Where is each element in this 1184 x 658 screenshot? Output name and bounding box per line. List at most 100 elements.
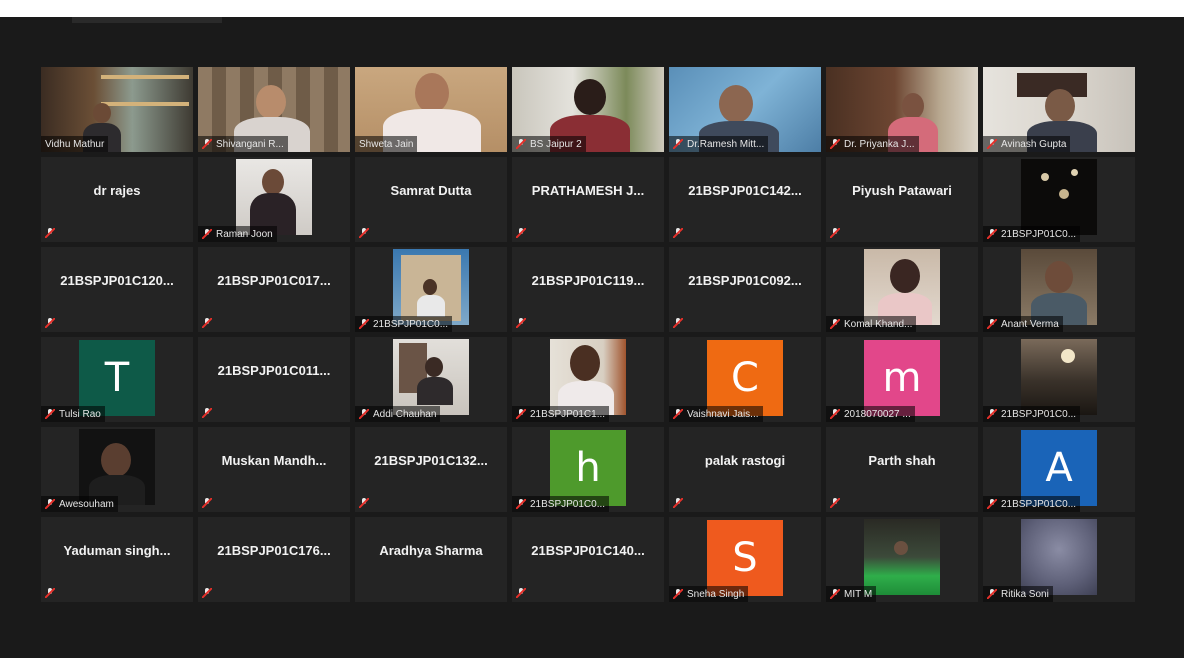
participant-tile[interactable]: Aradhya Sharma	[355, 517, 507, 602]
participant-tile[interactable]: A 21BSPJP01C0...	[983, 427, 1135, 512]
participant-name-label: Anant Verma	[983, 316, 1063, 332]
avatar: h	[550, 430, 626, 506]
participant-name-label: Dr. Priyanka J...	[826, 136, 919, 152]
participant-name: Shivangani R...	[216, 138, 284, 150]
participant-tile[interactable]: Yaduman singh...	[41, 517, 193, 602]
participant-name: Yaduman singh...	[63, 543, 171, 558]
muted-mic-icon	[45, 499, 55, 509]
participant-name: BS Jaipur 2	[530, 138, 582, 150]
video-feed	[393, 249, 469, 325]
muted-mic-icon	[987, 319, 997, 329]
participant-tile[interactable]: h 21BSPJP01C0...	[512, 427, 664, 512]
participant-tile[interactable]: m 2018070027 ...	[826, 337, 978, 422]
participant-tile[interactable]: palak rastogi	[669, 427, 821, 512]
participant-name-label: Dr.Ramesh Mitt...	[669, 136, 769, 152]
participant-name: 21BSPJP01C092...	[688, 273, 802, 288]
participant-tile[interactable]: Muskan Mandh...	[198, 427, 350, 512]
participant-tile[interactable]: Awesouham	[41, 427, 193, 512]
participant-tile[interactable]: T Tulsi Rao	[41, 337, 193, 422]
participant-tile[interactable]: 21BSPJP01C017...	[198, 247, 350, 332]
participant-tile[interactable]: Ritika Soni	[983, 517, 1135, 602]
participant-name-label: 2018070027 ...	[826, 406, 915, 422]
participant-name: palak rastogi	[704, 453, 786, 468]
participant-tile[interactable]: Komal Khand...	[826, 247, 978, 332]
participant-tile[interactable]: BS Jaipur 2	[512, 67, 664, 152]
participant-tile[interactable]: Parth shah	[826, 427, 978, 512]
participant-name: Sneha Singh	[687, 588, 745, 600]
participant-tile[interactable]: Samrat Dutta	[355, 157, 507, 242]
participant-name: Avinash Gupta	[1001, 138, 1067, 150]
participant-name-label: Addi Chauhan	[355, 406, 441, 422]
participant-tile[interactable]: S Sneha Singh	[669, 517, 821, 602]
muted-mic-icon	[830, 589, 840, 599]
participant-tile[interactable]: Addi Chauhan	[355, 337, 507, 422]
participant-name: Muskan Mandh...	[221, 453, 327, 468]
participant-tile[interactable]: Vidhu Mathur	[41, 67, 193, 152]
muted-mic-icon	[987, 229, 997, 239]
muted-mic-icon	[830, 139, 840, 149]
muted-mic-icon	[516, 588, 526, 598]
participant-name: PRATHAMESH J...	[531, 183, 645, 198]
muted-mic-icon	[45, 409, 55, 419]
muted-mic-icon	[359, 409, 369, 419]
participant-name: 21BSPJP01C011...	[217, 363, 331, 378]
participant-name-label: Sneha Singh	[669, 586, 749, 602]
participant-name: 21BSPJP01C140...	[531, 543, 645, 558]
participant-tile-active-speaker[interactable]: Shweta Jain	[355, 67, 507, 152]
muted-mic-icon	[673, 139, 683, 149]
participant-tile[interactable]: 21BSPJP01C092...	[669, 247, 821, 332]
muted-mic-icon	[987, 409, 997, 419]
participant-tile[interactable]: C Vaishnavi Jais...	[669, 337, 821, 422]
muted-mic-icon	[830, 228, 840, 238]
participant-tile[interactable]: 21BSPJP01C142...	[669, 157, 821, 242]
muted-mic-icon	[202, 408, 212, 418]
participant-tile[interactable]: Piyush Patawari	[826, 157, 978, 242]
participant-name: Parth shah	[868, 453, 936, 468]
participant-name-label: Shweta Jain	[355, 136, 418, 152]
video-feed	[1021, 249, 1097, 325]
participant-name: Samrat Dutta	[390, 183, 472, 198]
muted-mic-icon	[202, 318, 212, 328]
participant-tile[interactable]: 21BSPJP01C0...	[983, 337, 1135, 422]
participant-name: dr rajes	[93, 183, 141, 198]
participant-name-label: 21BSPJP01C0...	[512, 496, 610, 512]
participant-tile[interactable]: 21BSPJP01C1...	[512, 337, 664, 422]
muted-mic-icon	[45, 228, 55, 238]
participant-name: Ritika Soni	[1001, 588, 1049, 600]
participant-tile[interactable]: PRATHAMESH J...	[512, 157, 664, 242]
participant-name: Piyush Patawari	[852, 183, 952, 198]
participant-tile[interactable]: 21BSPJP01C0...	[355, 247, 507, 332]
muted-mic-icon	[987, 139, 997, 149]
participant-tile[interactable]: Dr. Priyanka J...	[826, 67, 978, 152]
participant-tile[interactable]: 21BSPJP01C176...	[198, 517, 350, 602]
participant-tile[interactable]: 21BSPJP01C011...	[198, 337, 350, 422]
muted-mic-icon	[673, 228, 683, 238]
participant-tile[interactable]: MIT M	[826, 517, 978, 602]
gallery-view: Vidhu Mathur Shivangani R... Shweta Jain…	[41, 67, 1135, 606]
participant-tile[interactable]: Anant Verma	[983, 247, 1135, 332]
video-feed	[1021, 339, 1097, 415]
participant-name-label: Vidhu Mathur	[41, 136, 109, 152]
video-feed	[1021, 519, 1097, 595]
participant-tile[interactable]: Raman Joon	[198, 157, 350, 242]
participant-name: Aradhya Sharma	[379, 543, 483, 558]
participant-tile[interactable]: Dr.Ramesh Mitt...	[669, 67, 821, 152]
participant-name: 21BSPJP01C132...	[374, 453, 488, 468]
avatar: m	[864, 340, 940, 416]
participant-tile[interactable]: dr rajes	[41, 157, 193, 242]
video-feed	[1021, 159, 1097, 235]
participant-tile[interactable]: Avinash Gupta	[983, 67, 1135, 152]
participant-tile[interactable]: Shivangani R...	[198, 67, 350, 152]
participant-tile[interactable]: 21BSPJP01C119...	[512, 247, 664, 332]
muted-mic-icon	[516, 318, 526, 328]
participant-name: 21BSPJP01C0...	[530, 498, 606, 510]
participant-name-label: 21BSPJP01C1...	[512, 406, 610, 422]
participant-name: Vaishnavi Jais...	[687, 408, 759, 420]
video-feed	[864, 519, 940, 595]
participant-tile[interactable]: 21BSPJP01C120...	[41, 247, 193, 332]
avatar: A	[1021, 430, 1097, 506]
muted-mic-icon	[830, 409, 840, 419]
participant-tile[interactable]: 21BSPJP01C132...	[355, 427, 507, 512]
participant-tile[interactable]: 21BSPJP01C140...	[512, 517, 664, 602]
participant-tile[interactable]: 21BSPJP01C0...	[983, 157, 1135, 242]
